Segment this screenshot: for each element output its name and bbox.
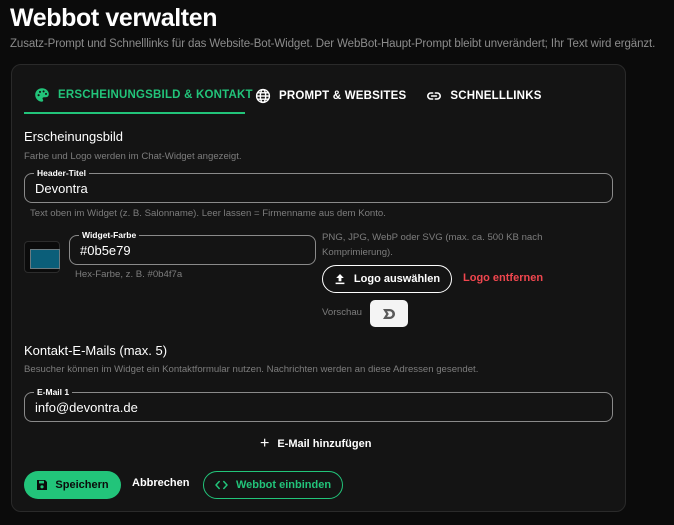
logo-preview [370, 300, 408, 327]
tab-prompt-websites[interactable]: PROMPT & WEBSITES [245, 77, 416, 114]
tab-quick-links-label: SCHNELLLINKS [450, 89, 542, 102]
upload-icon [335, 274, 345, 285]
link-icon [427, 91, 442, 100]
floppy-disk-icon [37, 480, 48, 490]
tab-quick-links[interactable]: SCHNELLLINKS [416, 77, 551, 114]
save-label: Speichern [55, 479, 109, 491]
palette-icon [35, 87, 49, 102]
select-logo-label: Logo auswählen [353, 273, 441, 285]
save-button[interactable]: Speichern [24, 471, 121, 499]
add-email-button[interactable]: + E-Mail hinzufügen [260, 436, 371, 452]
widget-color-field[interactable]: Widget-Farbe [69, 229, 316, 265]
widget-color-picker[interactable] [24, 241, 60, 273]
tab-appearance-contact[interactable]: ERSCHEINUNGSBILD & KONTAKT [24, 77, 253, 114]
header-title-input[interactable] [35, 174, 602, 202]
tab-appearance-contact-label: ERSCHEINUNGSBILD & KONTAKT [58, 88, 253, 101]
tab-prompt-websites-label: PROMPT & WEBSITES [279, 89, 407, 102]
add-email-label: E-Mail hinzufügen [277, 438, 372, 450]
widget-color-input[interactable] [80, 236, 305, 264]
logo-preview-icon [383, 308, 395, 319]
globe-icon [255, 88, 271, 103]
header-title-help: Text oben im Widget (z. B. Salonname). L… [30, 208, 386, 219]
page-subtitle: Zusatz-Prompt und Schnelllinks für das W… [10, 38, 656, 50]
code-icon [215, 480, 228, 490]
plus-icon: + [260, 435, 270, 452]
header-title-field[interactable]: Header-Titel [24, 167, 613, 203]
tab-bar: ERSCHEINUNGSBILD & KONTAKT PROMPT & WEBS… [24, 77, 552, 114]
email-field-1[interactable]: E-Mail 1 [24, 386, 613, 422]
logo-preview-label: Vorschau [322, 307, 363, 318]
appearance-section-title: Erscheinungsbild [24, 129, 124, 144]
logo-format-help-line1: PNG, JPG, WebP oder SVG (max. ca. 500 KB… [322, 232, 543, 243]
remove-logo-button[interactable]: Logo entfernen [463, 272, 543, 284]
logo-format-help-line2: Komprimierung). [322, 247, 393, 258]
webbot-settings-card: ERSCHEINUNGSBILD & KONTAKT PROMPT & WEBS… [11, 64, 626, 512]
widget-color-swatch [30, 249, 60, 269]
select-logo-button[interactable]: Logo auswählen [322, 265, 452, 293]
appearance-help-text: Farbe und Logo werden im Chat-Widget ang… [24, 151, 242, 162]
page-title: Webbot verwalten [10, 4, 218, 32]
email-1-input[interactable] [35, 393, 602, 421]
embed-webbot-label: Webbot einbinden [235, 479, 332, 491]
embed-webbot-button[interactable]: Webbot einbinden [203, 471, 343, 499]
contact-section-title: Kontakt-E-Mails (max. 5) [24, 343, 168, 358]
widget-color-help: Hex-Farbe, z. B. #0b4f7a [75, 269, 183, 280]
contact-help-text: Besucher können im Widget ein Kontaktfor… [24, 364, 479, 375]
cancel-button[interactable]: Abbrechen [132, 477, 189, 489]
